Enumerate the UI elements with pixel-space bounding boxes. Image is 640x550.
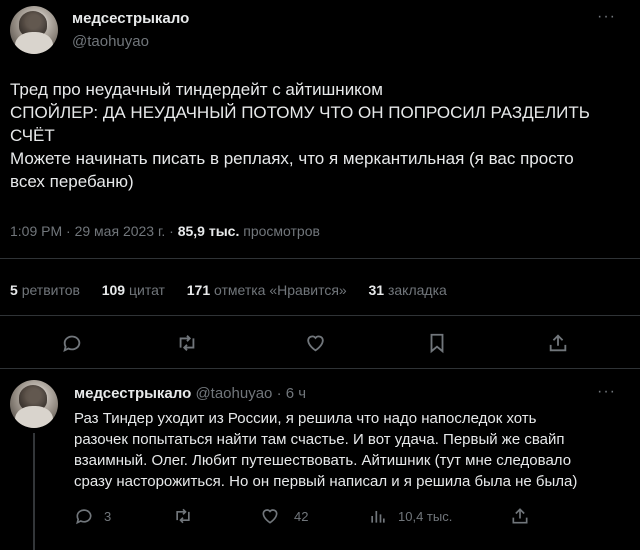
likes-stat[interactable]: 171 отметка «Нравится» bbox=[187, 282, 347, 298]
reply-more-options-icon[interactable]: ··· bbox=[597, 383, 616, 401]
reply-views-count: 10,4 тыс. bbox=[398, 508, 453, 524]
reply-line: взаимный. Олег. Любит путешествовать. Ай… bbox=[74, 452, 572, 469]
tweet-time[interactable]: 1:09 PM bbox=[10, 223, 62, 239]
tweet-meta: 1:09 PM · 29 мая 2023 г. · 85,9 тыс. про… bbox=[10, 223, 320, 239]
retweets-stat[interactable]: 5 ретвитов bbox=[10, 282, 80, 298]
avatar[interactable] bbox=[10, 6, 58, 54]
tweet-date[interactable]: 29 мая 2023 г. bbox=[75, 223, 166, 239]
author-handle[interactable]: @taohuyao bbox=[72, 33, 149, 50]
reply-likes-count: 42 bbox=[294, 508, 309, 524]
reply-time[interactable]: 6 ч bbox=[286, 385, 306, 402]
tweet-line: СЧЁТ bbox=[10, 126, 55, 145]
reply-icon bbox=[74, 506, 94, 526]
reply-line: разочек попытаться найти там счастье. И … bbox=[74, 431, 565, 448]
share-icon[interactable] bbox=[547, 332, 569, 354]
like-icon bbox=[260, 506, 280, 526]
retweet-icon bbox=[172, 506, 194, 526]
share-icon bbox=[510, 506, 530, 526]
quotes-stat[interactable]: 109 цитат bbox=[102, 282, 165, 298]
reply-text: Раз Тиндер уходит из России, я решила чт… bbox=[74, 408, 634, 492]
reply-avatar[interactable] bbox=[10, 380, 58, 428]
reply-like-button[interactable]: 42 bbox=[260, 506, 308, 526]
tweet-stats: 5 ретвитов 109 цитат 171 отметка «Нравит… bbox=[10, 282, 447, 298]
reply-line: Раз Тиндер уходит из России, я решила чт… bbox=[74, 410, 537, 427]
reply-icon[interactable] bbox=[61, 332, 83, 354]
reply-reply-button[interactable]: 3 bbox=[74, 506, 111, 526]
tweet-line: СПОЙЛЕР: ДА НЕУДАЧНЫЙ ПОТОМУ ЧТО ОН ПОПР… bbox=[10, 103, 590, 122]
reply-replies-count: 3 bbox=[104, 508, 112, 524]
views-icon bbox=[368, 506, 388, 526]
reply-line: сразу насторожиться. Но он первый написа… bbox=[74, 473, 578, 490]
tweet-text: Тред про неудачный тиндердейт с айтишник… bbox=[10, 78, 630, 193]
tweet-line: всех перебаню) bbox=[10, 172, 134, 191]
views-label: просмотров bbox=[243, 223, 320, 239]
bookmark-icon[interactable] bbox=[427, 332, 447, 354]
tweet-line: Можете начинать писать в реплаях, что я … bbox=[10, 149, 574, 168]
retweet-icon[interactable] bbox=[175, 332, 199, 354]
like-icon[interactable] bbox=[304, 332, 327, 354]
more-options-icon[interactable]: ··· bbox=[597, 8, 616, 26]
reply-header: медсестрыкало @taohuyao · 6 ч bbox=[74, 385, 307, 402]
thread-line bbox=[33, 433, 35, 550]
reply-author-name[interactable]: медсестрыкало bbox=[74, 385, 191, 402]
views-count: 85,9 тыс. bbox=[177, 223, 240, 239]
reply-share-button[interactable] bbox=[510, 506, 530, 526]
bookmarks-stat[interactable]: 31 закладка bbox=[369, 282, 447, 298]
author-name[interactable]: медсестрыкало bbox=[72, 10, 189, 27]
reply-retweet-button[interactable] bbox=[172, 506, 194, 526]
reply-views-button[interactable]: 10,4 тыс. bbox=[368, 506, 452, 526]
reply-author-handle[interactable]: @taohuyao bbox=[195, 385, 272, 402]
tweet-line: Тред про неудачный тиндердейт с айтишник… bbox=[10, 80, 383, 99]
